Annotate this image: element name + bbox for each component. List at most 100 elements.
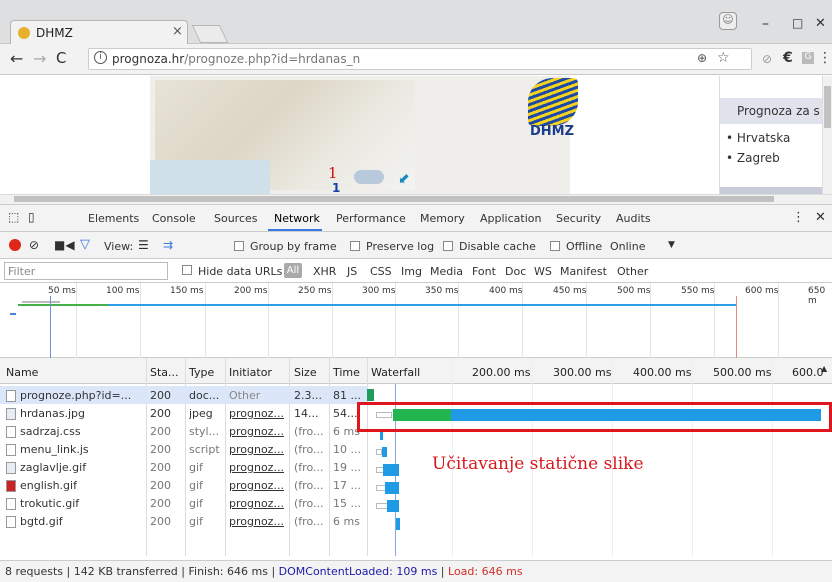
zoom-icon[interactable]: ⊕ [697, 51, 707, 65]
horizontal-scroll-thumb[interactable] [14, 196, 774, 202]
cell-status: 200 [150, 389, 171, 402]
cell-initiator[interactable]: prognoz... [229, 425, 287, 438]
cell-name[interactable]: bgtd.gif [20, 515, 144, 528]
tab-sources[interactable]: Sources [214, 212, 258, 225]
overview-tick: 650 m [808, 286, 826, 306]
column-name[interactable]: Name [6, 366, 38, 379]
cell-initiator[interactable]: prognoz... [229, 497, 287, 510]
group-by-frame-checkbox[interactable] [234, 241, 244, 251]
filter-type-media[interactable]: Media [430, 265, 463, 278]
cell-time: 19 ... [333, 461, 361, 474]
filter-type-other[interactable]: Other [617, 265, 648, 278]
screenshot-camera-icon[interactable]: ■◀ [54, 238, 75, 252]
overview-bar [18, 304, 108, 306]
vertical-scroll-thumb[interactable] [824, 86, 831, 128]
offline-checkbox[interactable] [550, 241, 560, 251]
cell-name[interactable]: prognoze.php?id=... [20, 389, 144, 402]
column-time[interactable]: Time [333, 366, 360, 379]
large-rows-icon[interactable]: ☰ [138, 238, 149, 252]
cell-initiator[interactable]: prognoz... [229, 461, 287, 474]
extension-icon[interactable]: € [783, 50, 793, 66]
waterfall-view-icon[interactable]: ⇉ [163, 238, 173, 252]
cell-name[interactable]: sadrzaj.css [20, 425, 144, 438]
side-link-label[interactable]: Hrvatska [737, 131, 790, 145]
devtools-close-icon[interactable]: ✕ [815, 210, 826, 225]
filter-type-js[interactable]: JS [347, 265, 357, 278]
close-window-icon[interactable]: ✕ [815, 16, 826, 31]
filter-icon[interactable]: ▽ [80, 237, 90, 252]
cell-initiator[interactable]: prognoz... [229, 443, 287, 456]
chevron-down-icon[interactable]: ▼ [668, 240, 675, 250]
cell-initiator[interactable]: Other [229, 389, 287, 402]
profile-icon[interactable]: ☺ [719, 12, 737, 30]
cell-initiator[interactable]: prognoz... [229, 479, 287, 492]
filter-type-all[interactable]: All [284, 263, 302, 278]
tab-security[interactable]: Security [556, 212, 601, 225]
waterfall-tick: 600.0 [792, 366, 824, 379]
throttling-select[interactable]: Online [610, 240, 645, 253]
doc-icon [6, 426, 16, 438]
device-toolbar-icon[interactable]: ▯ [28, 210, 35, 224]
filter-type-img[interactable]: Img [401, 265, 422, 278]
extension-icon[interactable]: ⊘ [762, 52, 772, 66]
waterfall-gridline [692, 358, 693, 556]
clear-icon[interactable]: ⊘ [29, 238, 39, 252]
tab-memory[interactable]: Memory [420, 212, 465, 225]
cell-name[interactable]: zaglavlje.gif [20, 461, 144, 474]
cell-name[interactable]: english.gif [20, 479, 144, 492]
cell-type: doc... [189, 389, 220, 402]
url-text[interactable]: prognoza.hr/prognoze.php?id=hrdanas_n [112, 52, 360, 66]
filter-type-xhr[interactable]: XHR [313, 265, 336, 278]
record-icon[interactable] [9, 239, 21, 251]
status-summary: 8 requests | 142 KB transferred | Finish… [5, 565, 523, 578]
cell-name[interactable]: hrdanas.jpg [20, 407, 144, 420]
tab-audits[interactable]: Audits [616, 212, 651, 225]
cell-time: 81 ... [333, 389, 361, 402]
sort-arrow-icon[interactable]: ▲ [821, 364, 827, 373]
side-link-zagreb[interactable]: • Zagreb [726, 151, 780, 165]
back-icon[interactable]: ← [10, 49, 23, 68]
tab-network[interactable]: Network [274, 212, 320, 225]
side-link-hrvatska[interactable]: • Hrvatska [726, 131, 790, 145]
filter-type-font[interactable]: Font [472, 265, 496, 278]
column-status[interactable]: Sta... [150, 366, 179, 379]
close-tab-icon[interactable]: × [172, 24, 183, 39]
minimize-icon[interactable]: – [762, 16, 769, 32]
tab-application[interactable]: Application [480, 212, 541, 225]
column-size[interactable]: Size [294, 366, 317, 379]
column-type[interactable]: Type [189, 366, 214, 379]
cell-name[interactable]: menu_link.js [20, 443, 144, 456]
filter-type-css[interactable]: CSS [370, 265, 392, 278]
url-host: prognoza.hr [112, 52, 185, 66]
maximize-icon[interactable]: □ [792, 16, 803, 30]
cell-type: gif [189, 515, 203, 528]
side-link-label[interactable]: Zagreb [737, 151, 780, 165]
filter-type-manifest[interactable]: Manifest [560, 265, 607, 278]
browser-menu-icon[interactable]: ⋮ [818, 50, 832, 66]
filter-type-doc[interactable]: Doc [505, 265, 526, 278]
column-initiator[interactable]: Initiator [229, 366, 272, 379]
devtools-menu-icon[interactable]: ⋮ [792, 210, 805, 225]
tab-console[interactable]: Console [152, 212, 196, 225]
disable-cache-checkbox[interactable] [443, 241, 453, 251]
reload-icon[interactable]: C [56, 49, 66, 67]
inspect-icon[interactable]: ⬚ [8, 210, 19, 224]
cell-initiator[interactable]: prognoz... [229, 407, 287, 420]
info-icon[interactable]: i [94, 51, 107, 64]
doc-icon [6, 444, 16, 456]
cell-initiator[interactable]: prognoz... [229, 515, 287, 528]
forward-icon[interactable]: → [33, 49, 46, 68]
extension-icon[interactable]: G [802, 52, 814, 64]
flag-icon [6, 480, 16, 492]
preserve-log-checkbox[interactable] [350, 241, 360, 251]
cell-status: 200 [150, 497, 171, 510]
hide-data-urls-checkbox[interactable] [182, 265, 192, 275]
overview-tick: 100 ms [106, 286, 140, 296]
tab-performance[interactable]: Performance [336, 212, 406, 225]
bookmark-star-icon[interactable]: ☆ [717, 50, 730, 66]
tab-elements[interactable]: Elements [88, 212, 139, 225]
logo-text: DHMZ [530, 124, 575, 139]
cell-name[interactable]: trokutic.gif [20, 497, 144, 510]
column-waterfall[interactable]: Waterfall [371, 366, 420, 379]
filter-type-ws[interactable]: WS [534, 265, 552, 278]
